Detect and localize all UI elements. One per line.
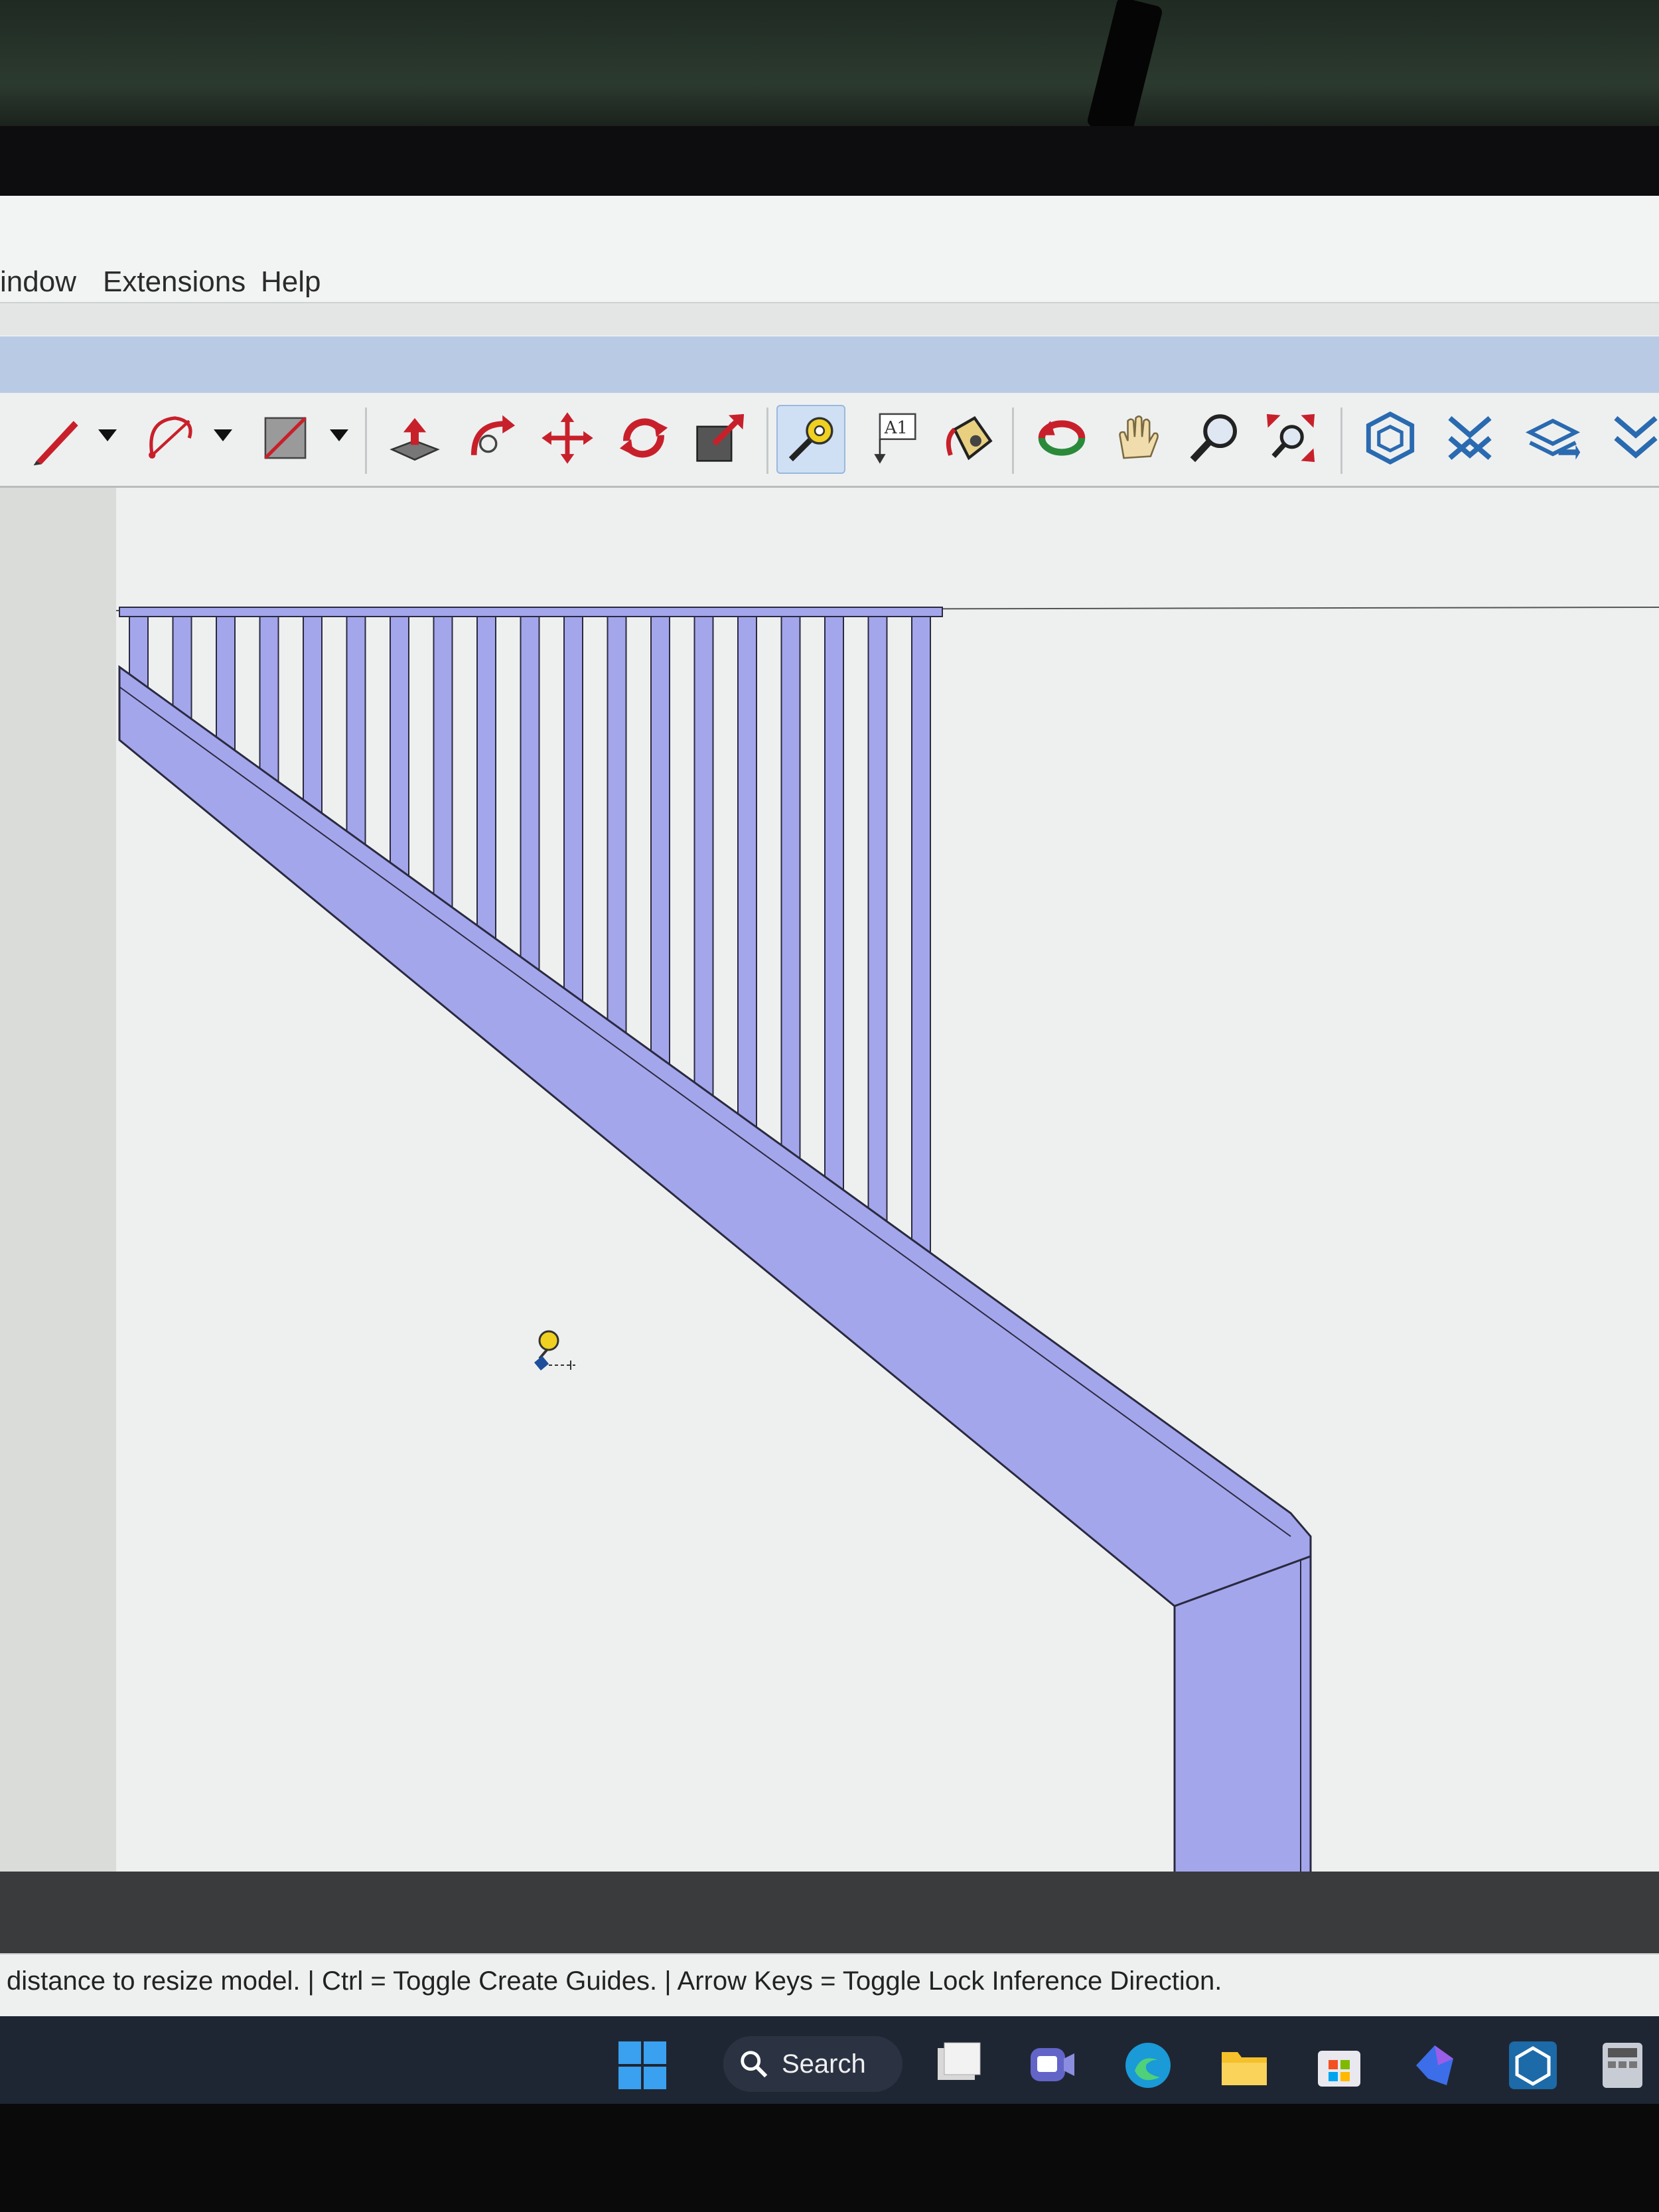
- rectangle-icon[interactable]: [252, 405, 319, 471]
- baluster: [520, 616, 540, 987]
- baluster: [780, 616, 801, 1176]
- teams-icon[interactable]: [1025, 2039, 1078, 2092]
- baluster: [911, 616, 931, 1270]
- status-bar: distance to resize model. | Ctrl = Toggl…: [0, 1953, 1659, 2018]
- viewport-bottom-band: [0, 1872, 1659, 1964]
- status-text: distance to resize model. | Ctrl = Toggl…: [7, 1966, 1222, 1996]
- baluster: [607, 616, 627, 1050]
- menu-window[interactable]: indow: [0, 265, 76, 299]
- taskbar-search[interactable]: Search: [723, 2036, 902, 2092]
- baluster: [693, 616, 714, 1113]
- zoom-extents-icon[interactable]: [1258, 405, 1324, 471]
- file-explorer-icon[interactable]: [932, 2039, 985, 2092]
- baluster: [563, 616, 583, 1019]
- toolbar-separator: [1340, 407, 1342, 474]
- baluster: [346, 616, 366, 861]
- menu-bar: indow Extensions Help: [0, 196, 1659, 303]
- tape-measure-icon[interactable]: [776, 405, 845, 474]
- stair-stringer: [118, 665, 1312, 1607]
- pan-hand-icon[interactable]: [1105, 405, 1171, 471]
- main-toolbar: A1: [0, 393, 1659, 488]
- scale-icon[interactable]: [687, 405, 753, 471]
- zoom-icon[interactable]: [1181, 405, 1248, 471]
- canvas-left-margin: [0, 488, 119, 1881]
- toolbar-separator: [1012, 407, 1014, 474]
- calculator-icon[interactable]: [1596, 2039, 1649, 2092]
- menu-extensions[interactable]: Extensions: [103, 265, 246, 299]
- svg-text:A1: A1: [884, 418, 908, 438]
- baluster: [737, 616, 757, 1145]
- newel-post: [1173, 1554, 1312, 1881]
- windows-start-icon[interactable]: [616, 2039, 669, 2092]
- toolbar-separator: [766, 407, 768, 474]
- store-icon[interactable]: [1313, 2039, 1366, 2092]
- baluster: [433, 616, 453, 924]
- orbit-icon[interactable]: [1029, 405, 1095, 471]
- sketchup-window: indow Extensions Help A1 distance to res…: [0, 196, 1659, 2107]
- follow-me-icon[interactable]: [458, 405, 524, 471]
- handrail: [119, 607, 943, 617]
- layers-icon[interactable]: [1520, 405, 1586, 471]
- arc-icon[interactable]: [136, 405, 202, 471]
- baluster: [824, 616, 844, 1207]
- copilot-icon[interactable]: [1408, 2039, 1461, 2092]
- more-tools-icon[interactable]: [1603, 405, 1659, 471]
- arc-dropdown-caret[interactable]: [214, 429, 232, 441]
- tape-measure-cursor: [534, 1330, 575, 1370]
- search-label: Search: [782, 2049, 866, 2079]
- push-pull-icon[interactable]: [382, 405, 448, 471]
- menu-stripe: [0, 303, 1659, 335]
- pencil-line-icon[interactable]: [23, 405, 90, 471]
- warehouse-icon[interactable]: [1357, 405, 1423, 471]
- folder-icon[interactable]: [1218, 2039, 1271, 2092]
- shape-dropdown-caret[interactable]: [330, 429, 348, 441]
- move-icon[interactable]: [534, 405, 601, 471]
- rotate-icon[interactable]: [611, 405, 677, 471]
- baluster: [476, 616, 496, 956]
- monitor-bezel-top: [0, 126, 1659, 199]
- extension-icon[interactable]: [1437, 405, 1503, 471]
- paint-bucket-icon[interactable]: [936, 405, 1002, 471]
- windows-taskbar: Search: [0, 2016, 1659, 2107]
- menu-help[interactable]: Help: [261, 265, 321, 299]
- drawing-viewport[interactable]: [116, 488, 1659, 1881]
- stair-model: [116, 607, 1659, 1881]
- baluster: [650, 616, 670, 1082]
- sketchup-icon[interactable]: [1506, 2039, 1559, 2092]
- toolbar-separator: [365, 407, 367, 474]
- edge-icon[interactable]: [1121, 2039, 1175, 2092]
- title-bar: [0, 336, 1659, 393]
- monitor-bezel-bottom: [0, 2104, 1659, 2212]
- text-label-icon[interactable]: A1: [863, 405, 929, 471]
- baluster: [867, 616, 888, 1239]
- line-dropdown-caret[interactable]: [98, 429, 117, 441]
- baluster: [303, 616, 323, 830]
- baluster: [390, 616, 409, 893]
- search-icon: [741, 2051, 768, 2078]
- background-room: [0, 0, 1659, 139]
